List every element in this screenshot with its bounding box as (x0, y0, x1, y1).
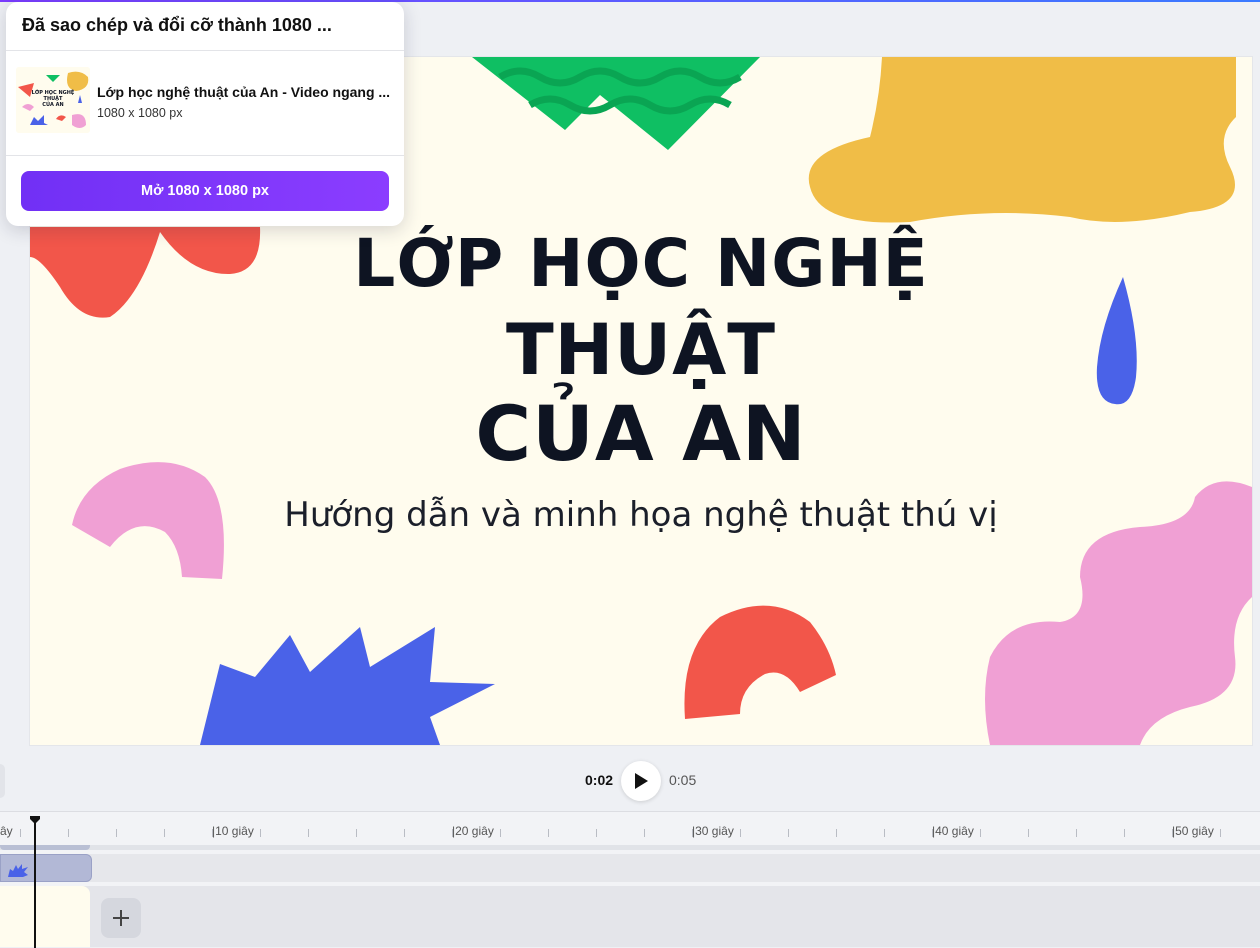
timeline-ruler[interactable]: ây |10 giây |20 giây |30 giây |40 giây |… (0, 812, 1260, 842)
ruler-tick (20, 829, 21, 837)
total-duration: 0:05 (669, 772, 697, 788)
subtitle-text[interactable]: Hướng dẫn và minh họa nghệ thuật thú vị (30, 495, 1252, 535)
ruler-tick (692, 829, 693, 837)
yellow-blob-shape (808, 57, 1236, 223)
element-clip[interactable] (0, 854, 92, 882)
audio-track[interactable] (0, 845, 1260, 850)
ruler-tick (980, 829, 981, 837)
ruler-label-text: 50 giây (1175, 824, 1214, 838)
design-name[interactable]: Lớp học nghệ thuật của An - Video ngang … (97, 84, 397, 100)
ruler-tick (596, 829, 597, 837)
ruler-tick (68, 829, 69, 837)
ruler-label: |30 giây (692, 824, 734, 838)
title-line-3[interactable]: CỦA AN (30, 389, 1252, 478)
ruler-tick (500, 829, 501, 837)
ruler-label: |10 giây (212, 824, 254, 838)
ruler-tick (1076, 829, 1077, 837)
play-button[interactable] (621, 761, 661, 801)
thumb-title-line-2: THUẬT (44, 95, 64, 102)
star-shape-icon (8, 864, 28, 877)
thumbnail-image: LỚP HỌC NGHỆ THUẬT CỦA AN (16, 67, 90, 133)
ruler-tick (1124, 829, 1125, 837)
thumb-title-line-1: LỚP HỌC NGHỆ (32, 88, 75, 96)
playhead-line[interactable] (34, 818, 36, 948)
ruler-tick (260, 829, 261, 837)
ruler-tick (1220, 829, 1221, 837)
page-track[interactable] (0, 886, 1260, 947)
ruler-tick (452, 829, 453, 837)
plus-icon (113, 910, 129, 926)
ruler-tick (932, 829, 933, 837)
blue-star-shape (200, 627, 495, 745)
ruler-tick (356, 829, 357, 837)
ruler-tick (836, 829, 837, 837)
ruler-label-text: 40 giây (935, 824, 974, 838)
ruler-tick (116, 829, 117, 837)
ruler-tick (404, 829, 405, 837)
ruler-tick (212, 829, 213, 837)
ruler-label-text: 10 giây (215, 824, 254, 838)
ruler-label: |50 giây (1172, 824, 1214, 838)
resize-copied-popup: Đã sao chép và đổi cỡ thành 1080 ... LỚP… (6, 2, 404, 226)
current-time: 0:02 (585, 772, 614, 788)
add-page-button[interactable] (101, 898, 141, 938)
popup-divider (6, 50, 404, 51)
ruler-tick (1172, 829, 1173, 837)
ruler-tick (164, 829, 165, 837)
ruler-label: |40 giây (932, 824, 974, 838)
ruler-tick (308, 829, 309, 837)
ruler-tick (1028, 829, 1029, 837)
ruler-tick (788, 829, 789, 837)
design-size: 1080 x 1080 px (97, 106, 183, 120)
thumb-title-line-3: CỦA AN (42, 100, 63, 108)
play-icon (635, 773, 648, 789)
design-thumbnail[interactable]: LỚP HỌC NGHỆ THUẬT CỦA AN (16, 67, 90, 133)
red-arch-shape (684, 605, 836, 719)
popup-title: Đã sao chép và đổi cỡ thành 1080 ... (22, 15, 332, 35)
title-line-2[interactable]: THUẬT (30, 309, 1252, 391)
open-resized-design-button[interactable]: Mở 1080 x 1080 px (21, 171, 389, 211)
ruler-tick (548, 829, 549, 837)
ruler-tick (644, 829, 645, 837)
ruler-label-text: 20 giây (455, 824, 494, 838)
side-panel-handle[interactable] (0, 764, 5, 798)
ruler-label: |20 giây (452, 824, 494, 838)
ruler-tick (884, 829, 885, 837)
timeline[interactable]: ây |10 giây |20 giây |30 giây |40 giây |… (0, 811, 1260, 948)
ruler-tick (740, 829, 741, 837)
element-track[interactable] (0, 854, 1260, 882)
title-line-1[interactable]: LỚP HỌC NGHỆ (30, 225, 1252, 302)
audio-clip[interactable] (0, 845, 90, 850)
page-clip[interactable] (0, 886, 90, 947)
popup-divider (6, 155, 404, 156)
ruler-label-text: 30 giây (695, 824, 734, 838)
green-zigzag-shape (472, 57, 760, 150)
ruler-label: ây (0, 824, 13, 838)
playhead-icon[interactable] (29, 815, 41, 825)
